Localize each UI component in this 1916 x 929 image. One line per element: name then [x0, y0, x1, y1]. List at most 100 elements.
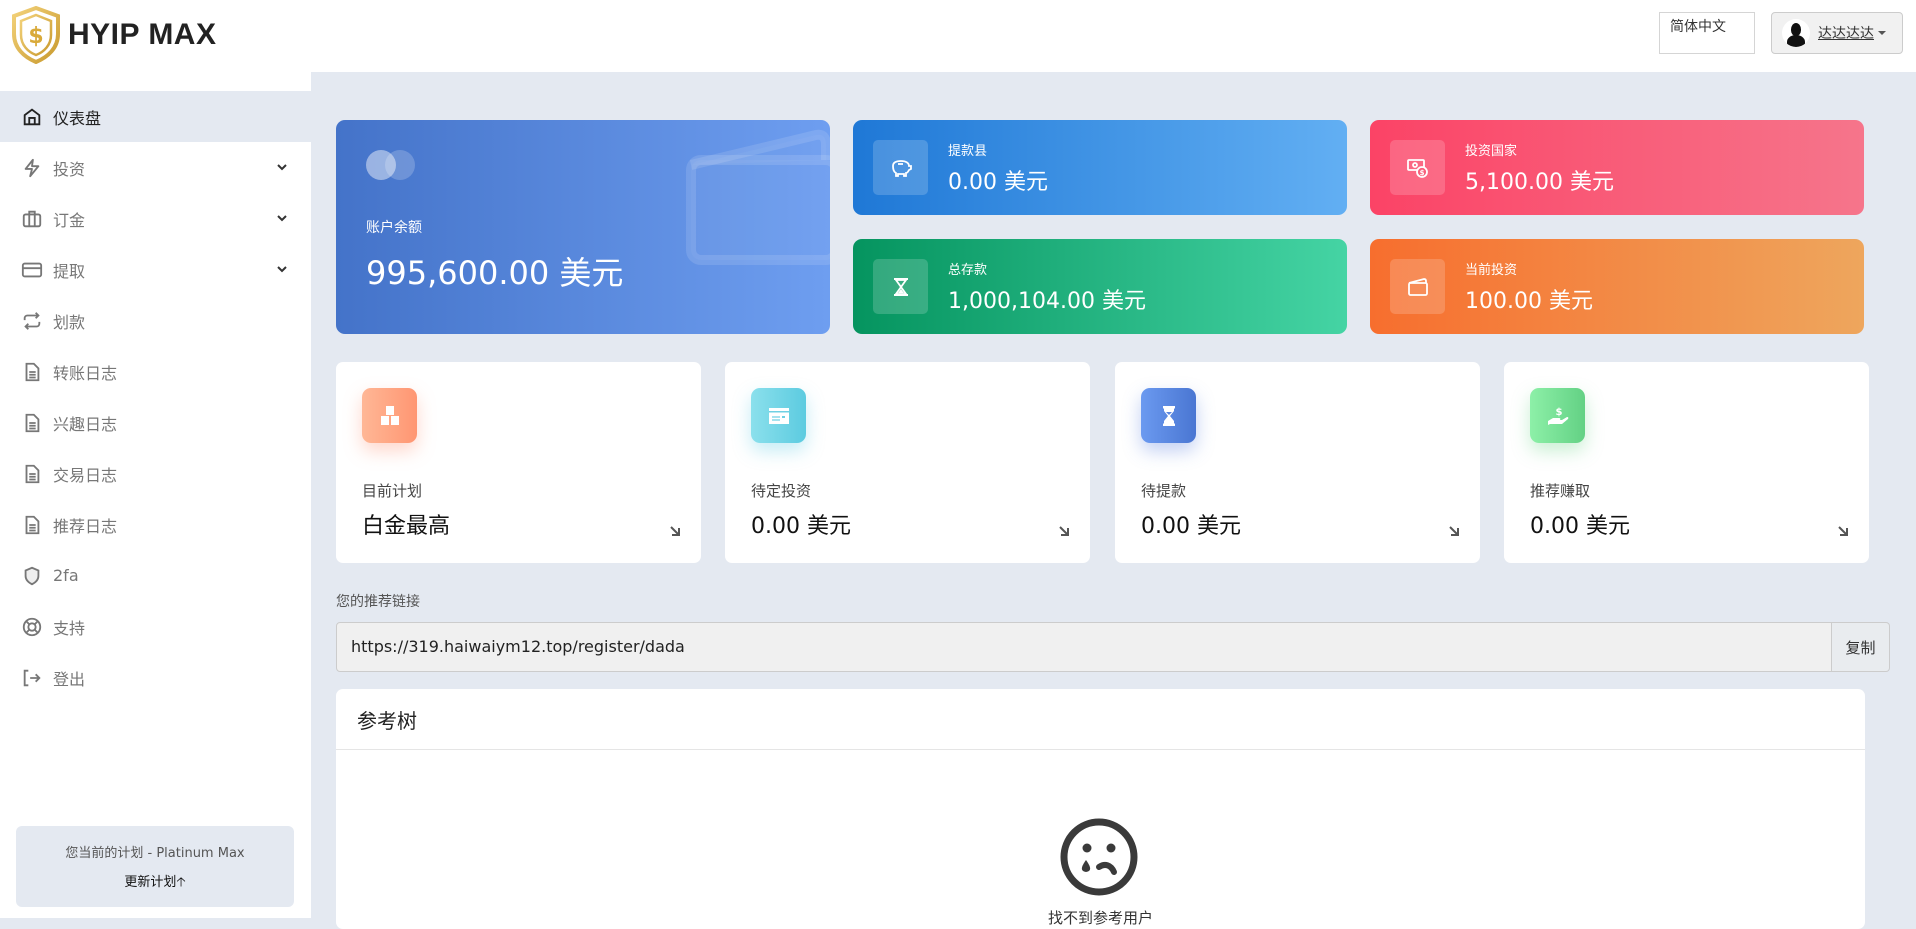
- piggy-bank-icon: [873, 140, 928, 195]
- copy-button[interactable]: 复制: [1832, 622, 1890, 672]
- pending-invest-card: 待定投资 0.00 美元: [725, 362, 1090, 563]
- invest-stat-card: $ 投资国家 5,100.00 美元: [1370, 120, 1864, 215]
- hourglass-icon: [1141, 388, 1196, 443]
- top-header: $ HYIP MAX 简体中文 达达达达: [0, 0, 1916, 72]
- sidebar-item-label: 投资: [53, 159, 86, 179]
- mini-card-label: 待提款: [1141, 482, 1187, 500]
- hand-dollar-icon: $: [1530, 388, 1585, 443]
- credit-card-icon: [20, 258, 44, 282]
- wallet-icon: [686, 129, 830, 265]
- card-circles-icon: [366, 150, 416, 180]
- boxes-icon: [362, 388, 417, 443]
- brand-name: HYIP MAX: [68, 18, 217, 51]
- stat-label: 当前投资: [1465, 262, 1518, 278]
- sidebar-item-transfer[interactable]: 划款: [0, 295, 311, 346]
- sidebar-item-label: 支持: [53, 618, 86, 638]
- svg-text:$: $: [1555, 407, 1562, 418]
- sidebar-item-dashboard[interactable]: 仪表盘: [0, 91, 311, 142]
- mini-card-value: 0.00 美元: [1141, 514, 1241, 539]
- sidebar-item-support[interactable]: 支持: [0, 601, 311, 652]
- reference-tree-card: 参考树 找不到参考用户: [336, 689, 1865, 929]
- arrow-down-right-icon[interactable]: [1448, 525, 1460, 537]
- chevron-down-icon: [277, 266, 287, 273]
- mini-card-label: 目前计划: [362, 482, 423, 500]
- withdrawal-stat-card: 提款县 0.00 美元: [853, 120, 1347, 215]
- upgrade-plan-link[interactable]: 更新计划🡡: [124, 871, 185, 895]
- current-plan-card: 目前计划 白金最高: [336, 362, 701, 563]
- mini-card-value: 白金最高: [362, 514, 451, 539]
- bolt-icon: [20, 156, 44, 180]
- hourglass-icon: [873, 259, 928, 314]
- caret-down-icon: [1878, 31, 1886, 35]
- wallet-icon: [1390, 259, 1445, 314]
- total-deposit-stat-card: 总存款 1,000,104.00 美元: [853, 239, 1347, 334]
- user-menu-button[interactable]: 达达达达: [1771, 12, 1903, 54]
- svg-text:$: $: [28, 24, 43, 49]
- pending-withdraw-card: 待提款 0.00 美元: [1115, 362, 1480, 563]
- stat-label: 提款县: [948, 143, 988, 159]
- sidebar-item-label: 交易日志: [53, 465, 118, 485]
- mini-card-value: 0.00 美元: [1530, 514, 1630, 539]
- referral-link-input[interactable]: https://319.haiwaiym12.top/register/dada: [336, 622, 1832, 672]
- mini-card-label: 待定投资: [751, 482, 812, 500]
- shield-dollar-icon: $: [12, 6, 60, 64]
- bill-icon: [751, 388, 806, 443]
- svg-text:$: $: [1419, 169, 1424, 177]
- sidebar-item-withdraw[interactable]: 提取: [0, 244, 311, 295]
- shield-icon: [20, 564, 44, 588]
- money-icon: $: [1390, 140, 1445, 195]
- briefcase-icon: [20, 207, 44, 231]
- sidebar: 仪表盘 投资 订金 提取 划款 转账日志 兴趣日志 交易日志 推荐日志 2fa: [0, 72, 311, 918]
- transfer-icon: [20, 309, 44, 333]
- account-balance-card: 账户余额 995,600.00 美元: [336, 120, 830, 334]
- sidebar-item-logout[interactable]: 登出: [0, 652, 311, 703]
- avatar: [1782, 19, 1810, 47]
- stat-value: 0.00 美元: [948, 169, 1048, 195]
- sidebar-item-2fa[interactable]: 2fa: [0, 550, 311, 601]
- sidebar-item-label: 2fa: [53, 566, 79, 585]
- stat-label: 总存款: [948, 262, 988, 278]
- sidebar-item-label: 登出: [53, 669, 86, 689]
- stat-value: 5,100.00 美元: [1465, 169, 1614, 195]
- arrow-down-right-icon[interactable]: [669, 525, 681, 537]
- mini-card-label: 推荐赚取: [1530, 482, 1591, 500]
- referral-earnings-card: $ 推荐赚取 0.00 美元: [1504, 362, 1869, 563]
- sidebar-item-referral-log[interactable]: 推荐日志: [0, 499, 311, 550]
- balance-value: 995,600.00 美元: [366, 254, 624, 292]
- sidebar-item-deposit[interactable]: 订金: [0, 193, 311, 244]
- sidebar-item-invest[interactable]: 投资: [0, 142, 311, 193]
- document-icon: [20, 462, 44, 486]
- current-plan-text: 您当前的计划 - Platinum Max: [65, 846, 245, 861]
- sidebar-item-label: 推荐日志: [53, 516, 118, 536]
- sidebar-item-label: 仪表盘: [53, 108, 102, 128]
- chevron-down-icon: [277, 215, 287, 222]
- logo[interactable]: $ HYIP MAX: [10, 6, 216, 64]
- current-invest-stat-card: 当前投资 100.00 美元: [1370, 239, 1864, 334]
- document-icon: [20, 411, 44, 435]
- referral-link-group: https://319.haiwaiym12.top/register/dada…: [336, 622, 1890, 672]
- balance-label: 账户余额: [366, 220, 422, 236]
- stat-value: 1,000,104.00 美元: [948, 288, 1146, 314]
- home-icon: [20, 105, 44, 129]
- logout-icon: [20, 666, 44, 690]
- current-plan-panel: 您当前的计划 - Platinum Max 更新计划🡡: [16, 826, 294, 907]
- sad-face-icon: [1060, 818, 1138, 896]
- reference-tree-title: 参考树: [336, 689, 1865, 750]
- sidebar-item-label: 订金: [53, 210, 86, 230]
- sidebar-item-label: 兴趣日志: [53, 414, 118, 434]
- sidebar-item-interest-log[interactable]: 兴趣日志: [0, 397, 311, 448]
- language-select[interactable]: 简体中文: [1659, 12, 1755, 54]
- stat-value: 100.00 美元: [1465, 288, 1593, 314]
- sidebar-item-label: 划款: [53, 312, 86, 332]
- chevron-down-icon: [277, 164, 287, 171]
- arrow-down-right-icon[interactable]: [1837, 525, 1849, 537]
- user-name: 达达达达: [1818, 26, 1874, 42]
- arrow-down-right-icon[interactable]: [1058, 525, 1070, 537]
- referral-link-label: 您的推荐链接: [336, 594, 420, 610]
- sidebar-item-transaction-log[interactable]: 交易日志: [0, 448, 311, 499]
- document-icon: [20, 360, 44, 384]
- sidebar-item-transfer-log[interactable]: 转账日志: [0, 346, 311, 397]
- stat-label: 投资国家: [1465, 143, 1518, 159]
- sidebar-item-label: 转账日志: [53, 363, 118, 383]
- sidebar-item-label: 提取: [53, 261, 86, 281]
